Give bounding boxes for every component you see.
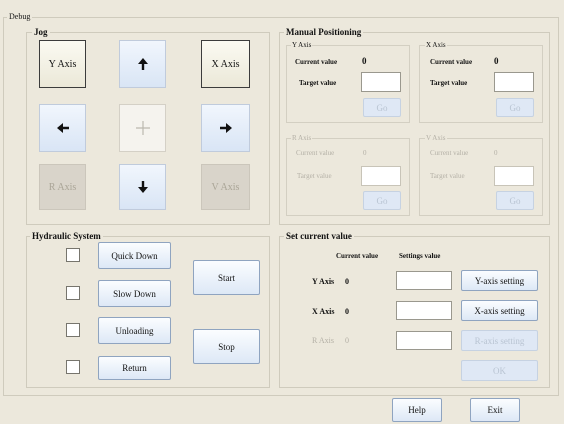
manual-v-target-label: Target value xyxy=(430,172,465,180)
exit-button[interactable]: Exit xyxy=(470,398,520,422)
jog-left-button[interactable] xyxy=(39,104,86,152)
manual-positioning-title: Manual Positioning xyxy=(284,27,364,37)
return-button[interactable]: Return xyxy=(98,356,171,380)
jog-up-button[interactable] xyxy=(119,40,166,88)
v-axis-jog-label: V Axis xyxy=(211,181,240,193)
jog-down-button[interactable] xyxy=(119,164,166,210)
manual-r-current-label: Current value xyxy=(296,149,335,157)
ok-button[interactable]: OK xyxy=(461,360,538,381)
r-axis-jog-button[interactable]: R Axis xyxy=(39,164,86,210)
manual-y-go-button[interactable]: Go xyxy=(363,98,401,117)
manual-y-axis-title: Y Axis xyxy=(291,41,313,49)
manual-x-go-button[interactable]: Go xyxy=(496,98,534,117)
unloading-checkbox[interactable] xyxy=(66,323,80,337)
help-button[interactable]: Help xyxy=(392,398,442,422)
manual-y-target-input[interactable] xyxy=(361,72,401,92)
set-r-settings-input[interactable] xyxy=(396,331,452,350)
quick-down-button[interactable]: Quick Down xyxy=(98,242,171,269)
jog-right-button[interactable] xyxy=(201,104,250,152)
manual-r-go-button[interactable]: Go xyxy=(363,191,401,210)
manual-v-go-button[interactable]: Go xyxy=(496,191,534,210)
manual-x-current-label: Current value xyxy=(430,58,473,66)
slow-down-checkbox[interactable] xyxy=(66,286,80,300)
manual-x-axis-title: X Axis xyxy=(425,41,447,49)
arrow-right-icon xyxy=(219,123,232,133)
manual-v-target-input[interactable] xyxy=(494,166,534,186)
manual-x-target-label: Target value xyxy=(430,79,468,87)
y-axis-jog-button[interactable]: Y Axis xyxy=(39,40,86,88)
slow-down-button[interactable]: Slow Down xyxy=(98,280,171,307)
set-x-settings-input[interactable] xyxy=(396,301,452,320)
unloading-button[interactable]: Unloading xyxy=(98,317,171,344)
start-button[interactable]: Start xyxy=(193,260,260,295)
v-axis-jog-button[interactable]: V Axis xyxy=(201,164,250,210)
quick-down-checkbox[interactable] xyxy=(66,248,80,262)
x-axis-setting-button[interactable]: X-axis setting xyxy=(461,300,538,321)
hydraulic-system-title: Hydraulic System xyxy=(30,231,103,241)
y-axis-setting-button[interactable]: Y-axis setting xyxy=(461,270,538,291)
jog-title: Jog xyxy=(32,27,50,37)
col-settings-value-header: Settings value xyxy=(399,252,441,260)
set-r-current-value: 0 xyxy=(345,336,349,345)
y-axis-jog-label: Y Axis xyxy=(48,58,77,70)
set-x-current-value: 0 xyxy=(345,307,349,316)
stop-button[interactable]: Stop xyxy=(193,329,260,364)
arrow-up-icon xyxy=(137,58,148,70)
manual-r-axis-title: R Axis xyxy=(291,134,313,142)
set-y-settings-input[interactable] xyxy=(396,271,452,290)
manual-x-target-input[interactable] xyxy=(494,72,534,92)
jog-center-button[interactable] xyxy=(119,104,166,152)
manual-v-current-label: Current value xyxy=(430,149,469,157)
col-current-value-header: Current value xyxy=(336,252,379,260)
return-checkbox[interactable] xyxy=(66,360,80,374)
manual-y-target-label: Target value xyxy=(299,79,337,87)
manual-r-target-input[interactable] xyxy=(361,166,401,186)
r-axis-jog-label: R Axis xyxy=(48,181,77,193)
plus-icon xyxy=(135,121,150,135)
set-x-axis-label: X Axis xyxy=(312,307,335,316)
manual-v-current-value: 0 xyxy=(494,149,498,157)
set-y-current-value: 0 xyxy=(345,277,349,286)
set-current-value-title: Set current value xyxy=(284,231,354,241)
manual-y-current-value: 0 xyxy=(362,56,367,66)
arrow-left-icon xyxy=(56,123,69,133)
set-r-axis-label: R Axis xyxy=(312,336,335,345)
manual-r-current-value: 0 xyxy=(363,149,367,157)
manual-r-target-label: Target value xyxy=(297,172,332,180)
x-axis-jog-button[interactable]: X Axis xyxy=(201,40,250,88)
manual-y-current-label: Current value xyxy=(295,58,338,66)
x-axis-jog-label: X Axis xyxy=(211,58,240,70)
r-axis-setting-button[interactable]: R-axis setting xyxy=(461,330,538,351)
manual-x-current-value: 0 xyxy=(494,56,499,66)
manual-v-axis-title: V Axis xyxy=(425,134,447,142)
debug-title: Debug xyxy=(7,12,33,22)
set-y-axis-label: Y Axis xyxy=(312,277,335,286)
arrow-down-icon xyxy=(137,181,148,193)
